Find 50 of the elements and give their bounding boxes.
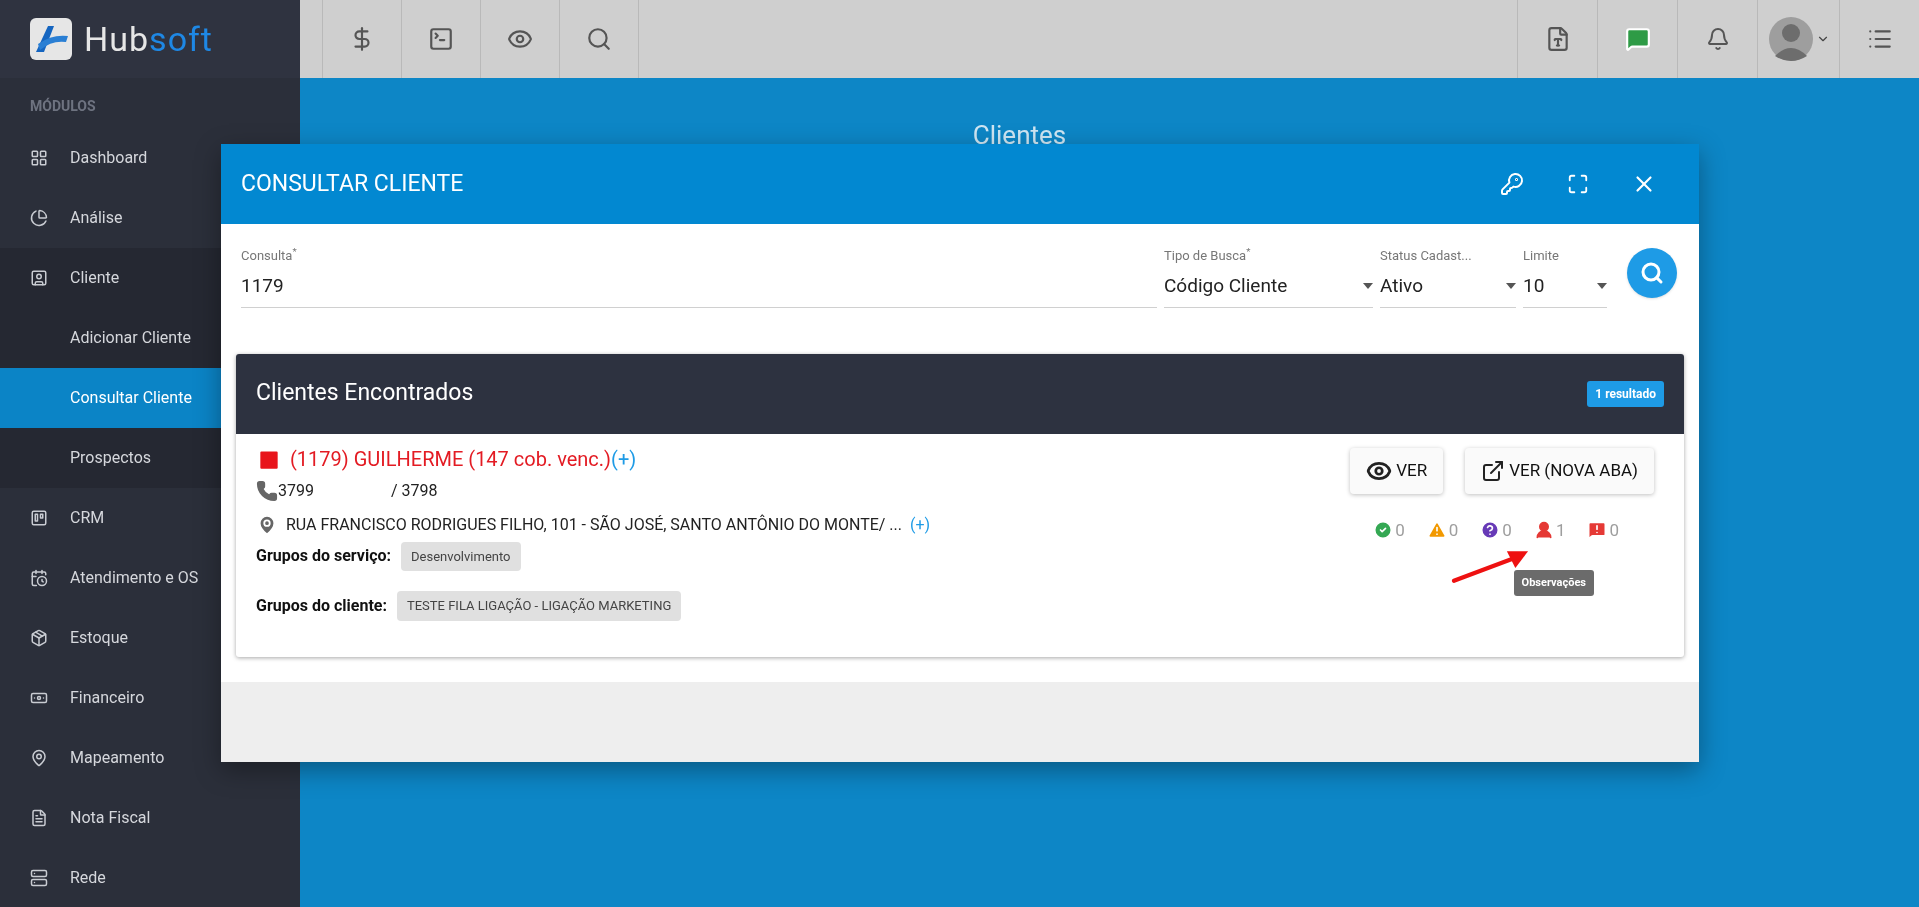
logo-icon [30,18,72,60]
client-name[interactable]: (1179) GUILHERME (147 cob. venc.) [290,443,612,474]
phone-number: / 3798 [391,479,438,502]
sidebar-item[interactable]: Mapeamento [0,728,300,788]
logo-text: Hubsoft [84,17,213,61]
grid-icon [30,149,48,167]
dropdown-caret-icon [1597,283,1607,290]
help-icon[interactable] [1480,520,1501,541]
pie-chart-icon [30,209,48,227]
map-pin-icon [30,749,48,767]
search-icon [1640,261,1664,285]
view-button[interactable]: VER (NOVA ABA) [1465,447,1654,494]
sidebar-heading: MÓDULOS [29,96,97,116]
check-circle-icon[interactable] [1373,520,1394,541]
address-text: RUA FRANCISCO RODRIGUES FILHO, 101 - SÃO JOSÉ, SANTO ANTÔNIO DO MONTE/ ... [286,513,902,536]
counter-value: 0 [1395,518,1405,542]
sidebar-item[interactable]: Financeiro [0,668,300,728]
group-label: Grupos do serviço: [256,545,392,568]
counter-value: 1 [1555,518,1566,542]
group-tag: TESTE FILA LIGAÇÃO - LIGAÇÃO MARKETING [396,591,682,621]
result-count-badge: 1 resultado [1587,380,1664,407]
page-title: Clientes [972,119,1067,152]
board-icon [30,509,48,527]
dropdown-caret-icon [1363,283,1373,290]
select-field[interactable]: Tipo de Busca$^{*}$ Código Cliente [1164,246,1373,308]
search-button[interactable] [1627,248,1677,298]
person-alert-icon[interactable] [1533,520,1554,541]
box-icon [30,629,48,647]
sidebar-item[interactable]: Rede [0,848,300,907]
select-field[interactable]: Status Cadast... Ativo [1380,246,1516,308]
counter-value: 0 [1609,518,1619,542]
contact-icon [30,269,48,287]
server-icon [30,869,48,887]
calendar-icon [30,569,48,587]
counter-value: 0 [1502,518,1512,542]
select-field[interactable]: Limite 10 [1523,246,1607,308]
phone-number: 3799 [278,479,315,502]
document-icon [30,809,48,827]
modal-title: CONSULTAR CLIENTE [241,168,465,199]
view-button[interactable]: VER [1350,447,1444,494]
input-field[interactable]: Consulta$^{*}$ 1179 [241,246,1157,308]
avatar-icon [1767,14,1814,64]
dropdown-caret-icon [1506,283,1516,290]
counter-value: 0 [1448,518,1459,542]
open-external-icon [1481,458,1506,483]
phone-icon [256,479,278,502]
group-tag: Desenvolvimento [401,541,521,571]
tooltip: Observações [1513,569,1594,596]
sidebar-item[interactable]: Nota Fiscal [0,788,300,848]
group-label: Grupos do cliente: [256,594,387,617]
